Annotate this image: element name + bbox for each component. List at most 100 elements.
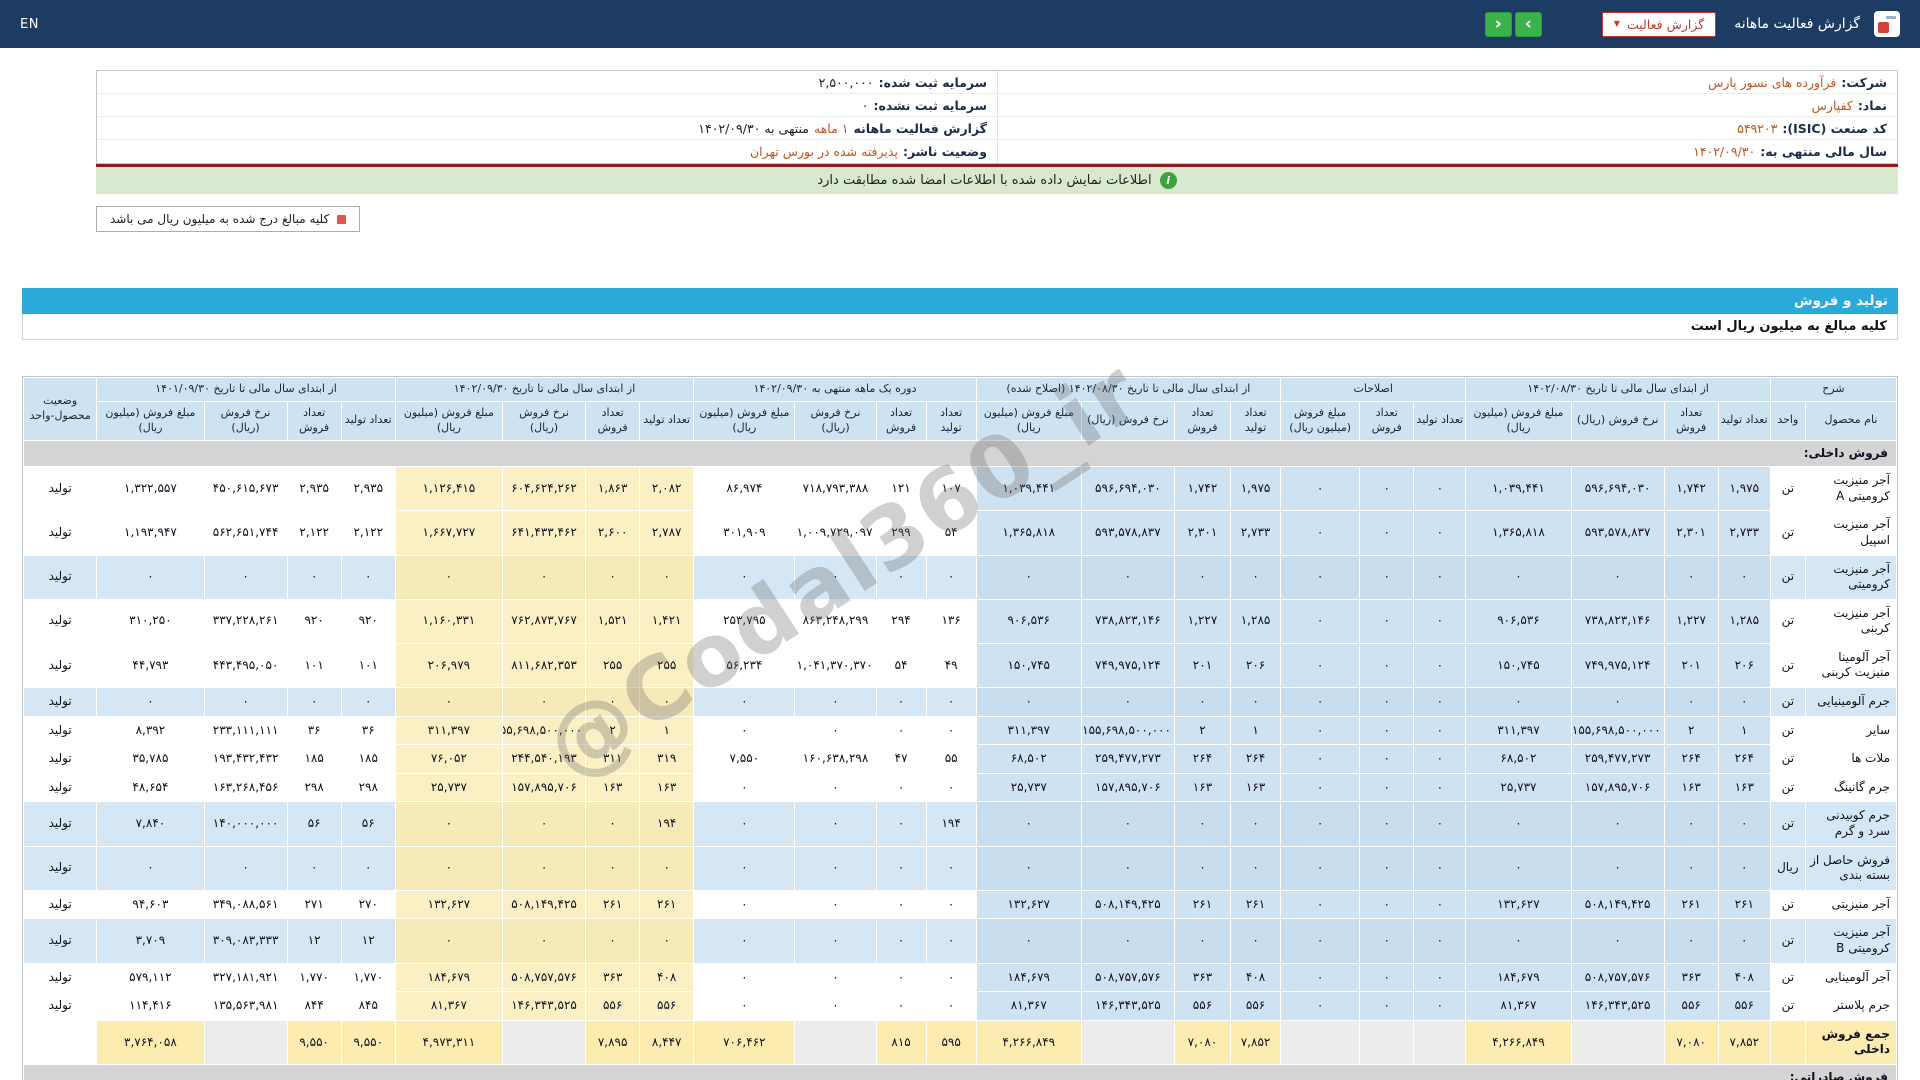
amounts-unit-tab[interactable]: کلیه مبالغ درج شده به میلیون ریال می باش…: [96, 206, 361, 232]
unit-cell: [1770, 1020, 1805, 1064]
value-cell: ۵۰۸,۱۴۹,۴۲۵: [1081, 890, 1174, 919]
status-cell: تولید: [24, 919, 97, 963]
value-cell: ۰: [287, 688, 341, 716]
value-cell: ۰: [1414, 992, 1466, 1020]
prev-report-button[interactable]: ‹: [1484, 11, 1512, 37]
status-cell: تولید: [24, 643, 97, 688]
unit-cell: تن: [1770, 802, 1805, 846]
column-header: مبلغ فروش (میلیون ریال): [1281, 401, 1360, 440]
column-header: تعداد تولید: [640, 401, 694, 440]
value-cell: ۴۵۰,۶۱۵,۶۷۳: [204, 467, 287, 511]
value-cell: ۰: [204, 846, 287, 890]
value-cell: ۷,۰۸۰: [1664, 1020, 1718, 1064]
next-report-button[interactable]: ›: [1514, 11, 1542, 37]
value-cell: ۲۶۱: [640, 890, 694, 919]
value-cell: ۰: [1466, 555, 1571, 599]
value-cell: ۰: [1281, 773, 1360, 802]
value-cell: ۰: [694, 890, 795, 919]
value-cell: ۰: [1281, 890, 1360, 919]
value-cell: ۱۳۲,۶۲۷: [395, 890, 502, 919]
value-cell: [1081, 1020, 1174, 1064]
value-cell: ۱,۴۲۱: [640, 599, 694, 643]
value-cell: ۹۰۶,۵۳۶: [976, 599, 1081, 643]
value-cell: ۱,۷۴۲: [1174, 467, 1231, 511]
value-cell: ۲۵۵: [640, 643, 694, 688]
value-cell: ۰: [1718, 919, 1770, 963]
column-group-desc: شرح: [1770, 378, 1896, 401]
value-cell: ۰: [97, 555, 204, 599]
value-cell: ۰: [1231, 919, 1281, 963]
value-cell: ۰: [694, 716, 795, 745]
value-cell: ۱,۲۲۷: [1664, 599, 1718, 643]
value-cell: ۰: [1414, 890, 1466, 919]
column-group-adj: اصلاحات: [1281, 378, 1466, 401]
value-cell: ۸,۴۴۷: [640, 1020, 694, 1064]
status-cell: تولید: [24, 963, 97, 992]
value-cell: ۲۷۱: [287, 890, 341, 919]
value-cell: ۱,۰۳۹,۴۴۱: [1466, 467, 1571, 511]
value-cell: ۳۵,۷۸۵: [97, 745, 204, 773]
value-cell: ۰: [1571, 802, 1664, 846]
report-type-dropdown[interactable]: گزارش فعالیت ▼: [1601, 11, 1717, 37]
product-name-cell: آجر منیزیت کرومیتی B: [1805, 919, 1896, 963]
value-cell: ۰: [926, 890, 976, 919]
value-cell: ۲,۳۰۱: [1174, 511, 1231, 555]
value-cell: ۰: [795, 890, 876, 919]
product-name-cell: آجر منیزیت اسپیل: [1805, 511, 1896, 555]
value-cell: ۱۳۶: [926, 599, 976, 643]
table-row: فروش حاصل از بسته بندی ریال ۰ ۰ ۰ ۰ ۰ ۰ ۰ ۰ ۰ ۰ ۰ ۰ ۰ ۰…: [24, 846, 1896, 890]
value-cell: ۱,۰۳۹,۴۴۱: [976, 467, 1081, 511]
value-cell: ۰: [1414, 643, 1466, 688]
value-cell: ۲۷۰: [341, 890, 395, 919]
value-cell: ۱۶۰,۶۳۸,۲۹۸: [795, 745, 876, 773]
value-cell: [502, 1020, 586, 1064]
value-cell: ۴,۲۶۶,۸۴۹: [1466, 1020, 1571, 1064]
section-header-production-sales: تولید و فروش: [22, 288, 1898, 314]
value-cell: ۰: [1281, 643, 1360, 688]
table-row: جرم کوبیدنی سرد و گرم تن ۰ ۰ ۰ ۰ ۰ ۰ ۰ ۰ ۰ ۰ ۰ ۱۹۴ ۰ ۰ ۰…: [24, 802, 1896, 846]
column-header: تعداد فروش: [287, 401, 341, 440]
value-cell: ۱۹۴: [926, 802, 976, 846]
amounts-note-bar: کلیه مبالغ به میلیون ریال است: [22, 314, 1898, 340]
value-cell: ۹۲۰: [341, 599, 395, 643]
column-group-month: دوره یک ماهه منتهی به ۱۴۰۲/۰۹/۳۰: [694, 378, 976, 401]
value-cell: ۰: [1281, 963, 1360, 992]
value-cell: ۰: [395, 802, 502, 846]
value-cell: ۰: [876, 802, 926, 846]
value-cell: ۳۰۱,۹۰۹: [694, 511, 795, 555]
language-toggle-en[interactable]: EN: [20, 17, 39, 32]
value-cell: ۵۹۵: [926, 1020, 976, 1064]
company-info-right: شرکت: فرآورده های نسوز پارس نماد: کفپارس کد …: [997, 71, 1897, 163]
value-cell: ۲۰۶: [1231, 643, 1281, 688]
value-cell: ۴۰۸: [1231, 963, 1281, 992]
info-label: وضعیت ناشر:: [902, 144, 987, 159]
value-cell: ۵۵۶: [1231, 992, 1281, 1020]
navbar-title: گزارش فعالیت ماهانه: [1734, 16, 1860, 32]
value-cell: ۲۶۱: [1231, 890, 1281, 919]
value-cell: ۲: [1174, 716, 1231, 745]
column-header: مبلغ فروش (میلیون ریال): [976, 401, 1081, 440]
value-cell: ۰: [1281, 846, 1360, 890]
value-cell: ۱۶۳: [1718, 773, 1770, 802]
value-cell: ۸۶۳,۲۴۸,۲۹۹: [795, 599, 876, 643]
value-cell: ۱: [640, 716, 694, 745]
value-cell: ۰: [1081, 846, 1174, 890]
notice-text: اطلاعات نمایش داده شده با اطلاعات امضا ش…: [817, 173, 1152, 188]
value-cell: ۳۲۷,۱۸۱,۹۲۱: [204, 963, 287, 992]
info-value: ۰: [861, 97, 869, 113]
value-cell: ۰: [1360, 716, 1414, 745]
value-cell: ۰: [1360, 599, 1414, 643]
value-cell: ۰: [1360, 555, 1414, 599]
value-cell: ۰: [876, 846, 926, 890]
amounts-tab-label: کلیه مبالغ درج شده به میلیون ریال می باش…: [110, 212, 330, 226]
value-cell: ۲۰۶,۹۷۹: [395, 643, 502, 688]
info-value: منتهی به ۱۴۰۲/۰۹/۳۰: [698, 120, 809, 136]
value-cell: ۰: [876, 716, 926, 745]
value-cell: ۰: [1360, 963, 1414, 992]
value-cell: ۵۵۶: [1174, 992, 1231, 1020]
value-cell: ۰: [694, 688, 795, 716]
value-cell: ۰: [395, 919, 502, 963]
value-cell: ۰: [341, 846, 395, 890]
value-cell: ۰: [1360, 773, 1414, 802]
value-cell: ۲۵۹,۴۷۷,۲۷۳: [1081, 745, 1174, 773]
